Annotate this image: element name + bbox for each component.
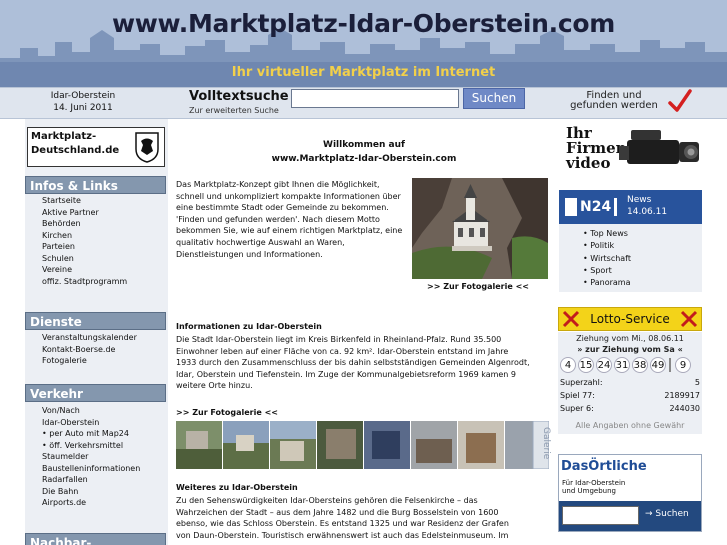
nav-item-behoerden[interactable]: Behörden [42, 218, 127, 230]
intro-text: Das Marktplatz-Konzept gibt Ihnen die Mö… [176, 180, 403, 259]
nav-header-dienste: Dienste [25, 312, 166, 330]
left-sidebar: Marktplatz- Deutschland.de Infos & Links… [25, 119, 168, 545]
nav-item-parteien[interactable]: Parteien [42, 241, 127, 253]
lotto-ball: 15 [578, 357, 594, 373]
nav-list-dienste: Veranstaltungskalender Kontakt-Boerse.de… [42, 332, 137, 367]
n24-item-panorama[interactable]: • Panorama [583, 277, 631, 289]
das-oertliche-search-bar: → Suchen [559, 501, 701, 531]
das-oertliche-search-button[interactable]: → Suchen [645, 509, 689, 519]
search-input[interactable] [291, 89, 459, 108]
photo-gallery-strip[interactable]: Galerie [176, 420, 551, 470]
nav-list-verkehr: Von/Nach Idar-Oberstein • per Auto mit M… [42, 405, 140, 509]
das-oertliche-widget: DasÖrtliche Für Idar-Oberstein und Umgeb… [558, 454, 702, 532]
marktplatz-deutschland-logo[interactable]: Marktplatz- Deutschland.de [27, 127, 165, 167]
advanced-search-link[interactable]: Zur erweiterten Suche [189, 106, 279, 115]
search-button[interactable]: Suchen [463, 88, 525, 109]
slogan-line-2: gefunden werden [570, 100, 658, 111]
more-heading: Weiteres zu Idar-Oberstein [176, 483, 298, 492]
felsenkirche-photo[interactable] [412, 178, 548, 279]
lotto-results-panel: Ziehung vom Mi., 08.06.11 » zur Ziehung … [558, 332, 702, 434]
main-content: Willkommen auf www.Marktplatz-Idar-Obers… [173, 119, 555, 545]
lotto-ball: 31 [614, 357, 630, 373]
site-subtitle: Ihr virtueller Marktplatz im Internet [231, 65, 496, 80]
info-text: Die Stadt Idar-Oberstein liegt im Kreis … [176, 335, 530, 391]
lotto-next-draw-link[interactable]: » zur Ziehung vom Sa « [558, 345, 702, 354]
gallery-link-1[interactable]: >> Zur Fotogalerie << [427, 282, 529, 291]
checkmark-icon [668, 89, 692, 112]
lotto-ball: 49 [650, 357, 666, 373]
das-oertliche-logo[interactable]: DasÖrtliche [561, 459, 647, 474]
lotto-disclaimer: Alle Angaben ohne Gewähr [575, 421, 685, 430]
site-title[interactable]: www.Marktplatz-Idar-Oberstein.com [0, 9, 727, 38]
nav-item-idar-oberstein: Idar-Oberstein [42, 417, 100, 427]
lotto-divider [669, 358, 671, 372]
info-bar: Idar-Oberstein 14. Juni 2011 Volltextsuc… [0, 87, 727, 119]
n24-item-politik[interactable]: • Politik [583, 240, 631, 252]
nav-item-fotogalerie[interactable]: Fotogalerie [42, 355, 137, 367]
lotto-row-super6: Super 6: 244030 [560, 404, 700, 413]
nav-header-infos: Infos & Links [25, 176, 166, 194]
lotto-ball: 38 [632, 357, 648, 373]
lotto-row-superzahl: Superzahl: 5 [560, 378, 700, 387]
nav-item-startseite[interactable]: Startseite [42, 195, 127, 207]
logo-line-1: Marktplatz- [31, 131, 97, 142]
felsenkirche-photo-graphic [412, 178, 548, 279]
nav-item-die-bahn[interactable]: Die Bahn [42, 486, 140, 498]
nav-header-verkehr: Verkehr [25, 384, 166, 402]
logo-line-2: Deutschland.de [31, 145, 120, 156]
firmenvideo-ad[interactable]: Ihr Firmen- video [557, 124, 703, 179]
das-oertliche-subtitle: Für Idar-Oberstein und Umgebung [562, 479, 626, 495]
nav-item-stadtprogramm[interactable]: offiz. Stadtprogramm [42, 276, 127, 288]
gallery-link-2[interactable]: >> Zur Fotogalerie << [176, 408, 278, 417]
n24-item-top-news[interactable]: • Top News [583, 228, 631, 240]
n24-news-label: News [627, 195, 652, 205]
eagle-crest-icon [135, 132, 159, 163]
slogan: Finden und gefunden werden [566, 91, 662, 111]
header-banner: www.Marktplatz-Idar-Oberstein.com Ihr vi… [0, 0, 727, 87]
lotto-row-spiel77: Spiel 77: 2189917 [560, 391, 700, 400]
n24-news-list: • Top News • Politik • Wirtschaft • Spor… [583, 228, 631, 289]
lotto-ball: 24 [596, 357, 612, 373]
city-label: Idar-Oberstein [50, 91, 116, 101]
nav-item-vereine[interactable]: Vereine [42, 264, 127, 276]
lotto-cross-icon [680, 310, 698, 328]
nav-item-airports[interactable]: Airports.de [42, 497, 140, 509]
n24-header[interactable]: N24 News 14.06.11 [559, 190, 702, 224]
nav-item-staumelder[interactable]: Staumelder [42, 451, 140, 463]
n24-logo: N24 [565, 198, 617, 216]
gallery-label[interactable]: Galerie [541, 427, 551, 459]
current-date: 14. Juni 2011 [53, 103, 113, 113]
nav-header-nachbar: Nachbar-Marktplätze [25, 533, 166, 545]
fulltext-search-title: Volltextsuche [189, 89, 289, 104]
lotto-numbers: 4 15 24 31 38 49 9 [560, 357, 700, 374]
lotto-draw-date: Ziehung vom Mi., 08.06.11 [576, 334, 684, 343]
lotto-service-header[interactable]: Lotto-Service [558, 307, 702, 331]
lotto-ball: 4 [560, 357, 576, 373]
nav-item-veranstaltungskalender[interactable]: Veranstaltungskalender [42, 332, 137, 344]
info-heading: Informationen zu Idar-Oberstein [176, 322, 322, 331]
welcome-heading-line-1: Willkommen auf [323, 140, 405, 150]
n24-item-wirtschaft[interactable]: • Wirtschaft [583, 253, 631, 265]
n24-date: 14.06.11 [627, 207, 668, 217]
nav-item-kirchen[interactable]: Kirchen [42, 230, 127, 242]
nav-item-baustellen[interactable]: Baustelleninformationen [42, 463, 140, 475]
n24-item-sport[interactable]: • Sport [583, 265, 631, 277]
nav-item-kontakt-boerse[interactable]: Kontakt-Boerse.de [42, 344, 137, 356]
welcome-heading-line-2: www.Marktplatz-Idar-Oberstein.com [271, 154, 457, 164]
nav-list-infos: Startseite Aktive Partner Behörden Kirch… [42, 195, 127, 287]
nav-item-radarfallen[interactable]: Radarfallen [42, 474, 140, 486]
right-sidebar: Ihr Firmen- video N24 News 14.06.11 • To… [557, 119, 703, 545]
nav-item-oepnv[interactable]: • öff. Verkehrsmittel [42, 440, 140, 452]
gallery-thumbnails [176, 420, 550, 470]
nav-item-aktive-partner[interactable]: Aktive Partner [42, 207, 127, 219]
video-camera-icon [619, 130, 699, 164]
nav-item-map24[interactable]: • per Auto mit Map24 [42, 428, 140, 440]
lotto-zusatzzahl: 9 [675, 357, 691, 373]
nav-item-schulen[interactable]: Schulen [42, 253, 127, 265]
page: www.Marktplatz-Idar-Oberstein.com Ihr vi… [0, 0, 727, 545]
nav-item-von-nach: Von/Nach [42, 406, 80, 415]
das-oertliche-search-input[interactable] [562, 506, 639, 525]
n24-news-panel: N24 News 14.06.11 • Top News • Politik •… [559, 190, 702, 292]
more-text: Zu den Sehenswürdigkeiten Idar-Oberstein… [176, 496, 509, 540]
